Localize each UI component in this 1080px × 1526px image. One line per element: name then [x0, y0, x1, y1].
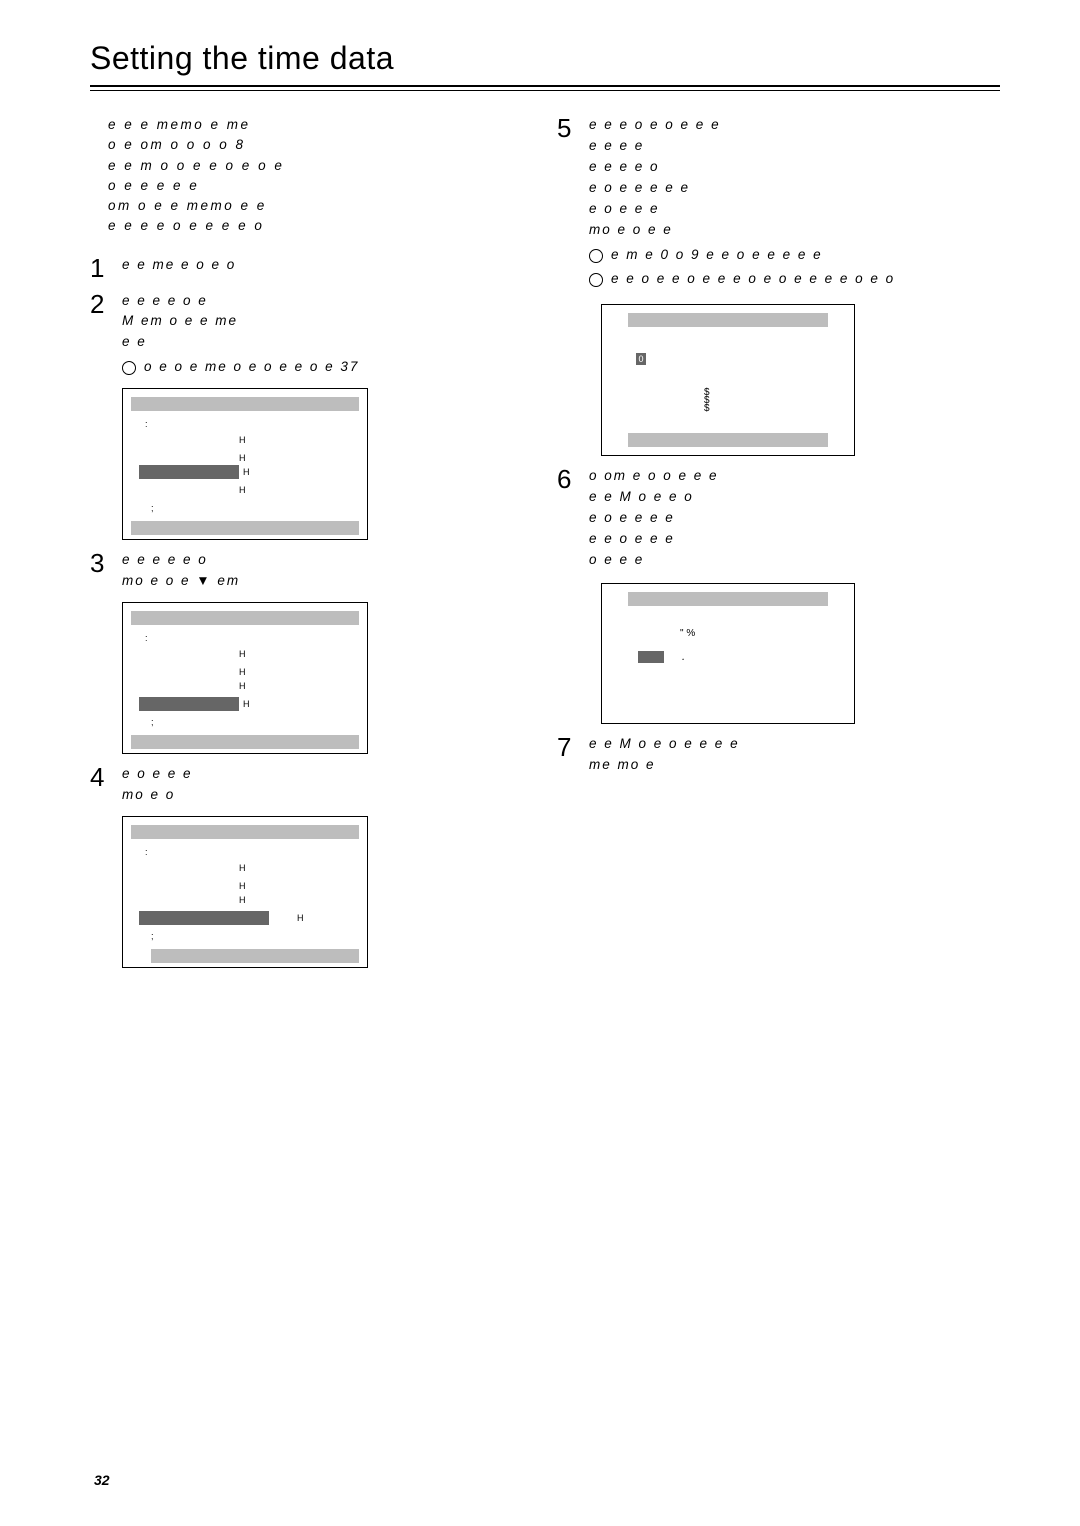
- page-title: Setting the time data: [90, 40, 1000, 77]
- step-text: e e e e e o mo e o e ▼ em: [122, 550, 533, 592]
- highlight-bar: [139, 465, 239, 479]
- step-number: 5: [557, 115, 579, 290]
- screen-header-icon: :: [145, 419, 351, 429]
- manual-page: Setting the time data e e e memo e me o …: [0, 0, 1080, 1526]
- circle-bullet-icon: [589, 249, 603, 263]
- step-text: e e M o e o e e e e me mo e: [589, 734, 1000, 776]
- step-3: 3 e e e e e o mo e o e ▼ em: [90, 550, 533, 592]
- screen-title-bar: [131, 397, 359, 411]
- intro-line: om o e e memo e e: [108, 198, 267, 213]
- screen-footer-icon: ;: [151, 503, 351, 513]
- screen-bottom-bar: [628, 433, 828, 447]
- sub-text: e e o e e o e e e o e o e e e e o e o: [611, 269, 895, 290]
- page-number: 32: [94, 1472, 110, 1488]
- step-text: e e me e o e o: [122, 255, 533, 276]
- intro-line: e e e e o e e e e o: [108, 218, 264, 233]
- screen-title-bar: [131, 611, 359, 625]
- step-4: 4 e o e e e mo e o: [90, 764, 533, 806]
- screen-header-icon: :: [145, 633, 351, 643]
- screen-value: " %: [680, 628, 842, 639]
- screen-title-bar: [131, 825, 359, 839]
- screen-bottom-bar: [151, 949, 359, 963]
- step-7: 7 e e M o e o e e e e me mo e: [557, 734, 1000, 776]
- lcd-screen-step4: : H H H H ;: [122, 816, 368, 968]
- sub-text: e m e 0 o 9 e e o e e e e e: [611, 245, 823, 266]
- lcd-screen-step6: " % .: [601, 583, 855, 724]
- left-column: e e e memo e me o e om o o o o 8 e e m o…: [90, 115, 533, 972]
- step-sub-bullet: o e o e me o e o e e o e 37: [122, 357, 533, 378]
- step-5: 5 e e e o e o e e e e e e e e e e e o: [557, 115, 1000, 290]
- step-number: 3: [90, 550, 112, 592]
- step-text: o om e o o e e e e e M o e e o e o e e e…: [589, 466, 1000, 571]
- step-number: 4: [90, 764, 112, 806]
- intro-paragraph: e e e memo e me o e om o o o o 8 e e m o…: [90, 115, 533, 245]
- intro-line: e e e memo e me: [108, 117, 251, 132]
- screen-header-icon: :: [145, 847, 351, 857]
- highlight-bar: [139, 697, 239, 711]
- lcd-screen-step2: : H H H H ;: [122, 388, 368, 540]
- title-rule: [90, 85, 1000, 91]
- screen-footer-icon: ;: [151, 931, 351, 941]
- circle-bullet-icon: [589, 273, 603, 287]
- sub-text: o e o e me o e o e e o e 37: [144, 357, 359, 378]
- dollar-column: $ $ $: [704, 389, 842, 413]
- intro-line: o e e e e e: [108, 178, 199, 193]
- lcd-screen-step3: : H H H H ;: [122, 602, 368, 754]
- lcd-screen-step5: 0 $ $ $: [601, 304, 855, 456]
- intro-line: o e om o o o o 8: [108, 137, 246, 152]
- step-sub-bullet: e m e 0 o 9 e e o e e e e e: [589, 245, 1000, 266]
- intro-line: e e m o o e e o e o e: [108, 158, 284, 173]
- step-text: e e e o e o e e e e e e e e e e e o e o …: [589, 115, 1000, 241]
- screen-title-bar: [628, 592, 828, 606]
- circle-bullet-icon: [122, 361, 136, 375]
- step-number: 7: [557, 734, 579, 776]
- highlight-bar: [139, 911, 269, 925]
- right-column: 5 e e e o e o e e e e e e e e e e e o: [557, 115, 1000, 972]
- screen-footer-icon: ;: [151, 717, 351, 727]
- highlight-bar: [638, 651, 664, 663]
- step-2: 2 e e e e o e M em o e e me e e: [90, 291, 533, 379]
- step-text: e o e e e mo e o: [122, 764, 533, 806]
- step-6: 6 o om e o o e e e e e M o e e o e o e e…: [557, 466, 1000, 571]
- content-columns: e e e memo e me o e om o o o o 8 e e m o…: [90, 115, 1000, 972]
- screen-bottom-bar: [131, 521, 359, 535]
- step-sub-bullet: e e o e e o e e e o e o e e e e o e o: [589, 269, 1000, 290]
- screen-title-bar: [628, 313, 828, 327]
- step-number: 2: [90, 291, 112, 379]
- screen-dot: .: [682, 651, 685, 663]
- cursor-box: 0: [636, 353, 646, 365]
- step-number: 1: [90, 255, 112, 281]
- step-text: e e e e o e M em o e e me e e: [122, 291, 533, 354]
- step-1: 1 e e me e o e o: [90, 255, 533, 281]
- step-number: 6: [557, 466, 579, 571]
- screen-bottom-bar: [131, 735, 359, 749]
